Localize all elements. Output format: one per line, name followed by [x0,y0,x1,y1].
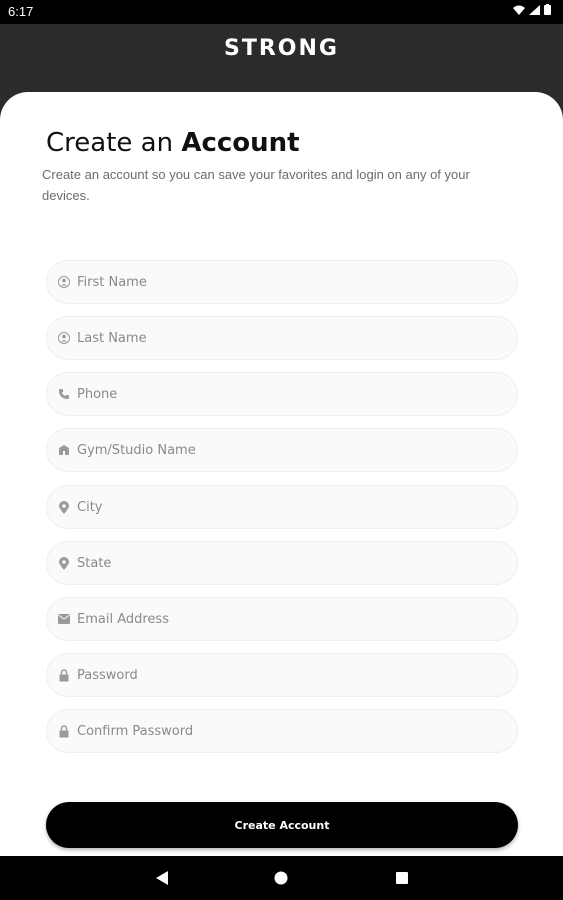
title-emphasis: Account [181,128,300,158]
city-input[interactable] [77,499,517,515]
create-account-button[interactable]: Create Account [46,802,518,848]
lock-icon [57,724,71,738]
create-account-card: Create an Account Create an account so y… [0,92,563,856]
email-address-field[interactable] [46,597,518,641]
first-name-input[interactable] [77,274,517,290]
city-field[interactable] [46,485,518,529]
phone-input[interactable] [77,386,517,402]
building-icon [57,443,71,457]
location-pin-icon [57,556,71,570]
strong-logo: STRONG [224,36,339,61]
battery-icon [544,4,551,15]
confirm-password-input[interactable] [77,723,517,739]
gym-studio-name-input[interactable] [77,442,517,458]
location-pin-icon [57,500,71,514]
confirm-password-field[interactable] [46,709,518,753]
person-icon [57,331,71,345]
wifi-icon [513,5,525,15]
page-subtitle: Create an account so you can save your f… [42,167,470,203]
home-icon[interactable] [274,871,288,885]
email-icon [57,612,71,626]
back-icon[interactable] [155,870,169,886]
status-time: 6:17 [8,4,34,19]
phone-icon [57,387,71,401]
app-header: STRONG [0,24,563,94]
last-name-field[interactable] [46,316,518,360]
system-nav-bar [0,856,563,900]
first-name-field[interactable] [46,260,518,304]
state-field[interactable] [46,541,518,585]
lock-icon [57,668,71,682]
phone-field[interactable] [46,372,518,416]
recent-apps-icon[interactable] [396,872,408,884]
state-input[interactable] [77,555,517,571]
password-input[interactable] [77,667,517,683]
email-address-input[interactable] [77,611,517,627]
status-bar: 6:17 [0,0,563,24]
person-icon [57,275,71,289]
gym-studio-name-field[interactable] [46,428,518,472]
page-title: Create an Account [46,128,300,158]
signal-icon [529,4,540,15]
last-name-input[interactable] [77,330,517,346]
title-prefix: Create an [46,128,174,158]
status-icons [513,4,551,15]
password-field[interactable] [46,653,518,697]
